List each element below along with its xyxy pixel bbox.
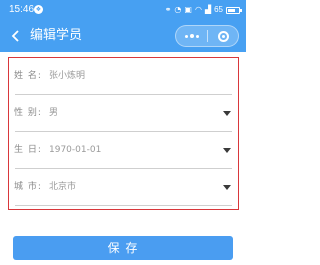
nav-bar: 编辑学员 <box>0 20 246 52</box>
more-dots-icon <box>184 34 188 38</box>
circle-close-icon <box>217 30 229 42</box>
app-notification-icon: ❖ <box>34 5 43 14</box>
birthday-value: 1970-01-01 <box>49 145 102 155</box>
city-picker[interactable]: 城 市: 北京市 <box>9 170 238 208</box>
dropdown-arrow-icon <box>223 148 231 153</box>
city-value: 北京市 <box>49 182 77 192</box>
status-bar: 15:46 ❖ ⚭ ◔ ▣ ◠ ▟ 65 <box>0 0 246 20</box>
back-button[interactable] <box>6 26 26 46</box>
name-input[interactable] <box>49 69 199 83</box>
more-button[interactable] <box>176 26 207 46</box>
battery-fill <box>228 8 235 12</box>
dropdown-arrow-icon <box>223 185 231 190</box>
dropdown-arrow-icon <box>223 111 231 116</box>
close-mini-program-button[interactable] <box>208 26 238 46</box>
save-button[interactable]: 保 存 <box>13 236 233 260</box>
gender-value: 男 <box>49 108 59 118</box>
row-divider <box>15 205 232 206</box>
signal-icon: ▟ <box>204 5 212 14</box>
link-icon: ⚭ <box>164 5 172 14</box>
page-title: 编辑学员 <box>30 28 83 43</box>
name-row[interactable]: 姓 名: <box>9 59 238 97</box>
student-form: 姓 名: 性 别: 男 生 日: 1970-01-01 城 市: 北京市 <box>8 57 239 210</box>
wifi-icon: ◠ <box>194 5 202 14</box>
gender-picker[interactable]: 性 别: 男 <box>9 96 238 134</box>
row-divider <box>15 168 232 169</box>
birthday-picker[interactable]: 生 日: 1970-01-01 <box>9 133 238 171</box>
city-label: 城 市: <box>14 182 42 192</box>
birthday-label: 生 日: <box>14 145 42 155</box>
status-icons: ⚭ ◔ ▣ ◠ ▟ 65 <box>164 0 242 20</box>
gender-label: 性 别: <box>14 108 42 118</box>
battery-icon <box>226 6 242 14</box>
name-label: 姓 名: <box>14 71 42 81</box>
top-bar: 15:46 ❖ ⚭ ◔ ▣ ◠ ▟ 65 编辑学员 <box>0 0 246 52</box>
chevron-left-icon <box>11 30 19 42</box>
mini-program-capsule <box>175 25 239 47</box>
row-divider <box>15 131 232 132</box>
bell-icon: ◔ <box>174 5 182 14</box>
battery-level-text: 65 <box>214 5 223 14</box>
nfc-icon: ▣ <box>184 5 192 14</box>
row-divider <box>15 94 232 95</box>
status-time: 15:46 <box>9 4 35 15</box>
